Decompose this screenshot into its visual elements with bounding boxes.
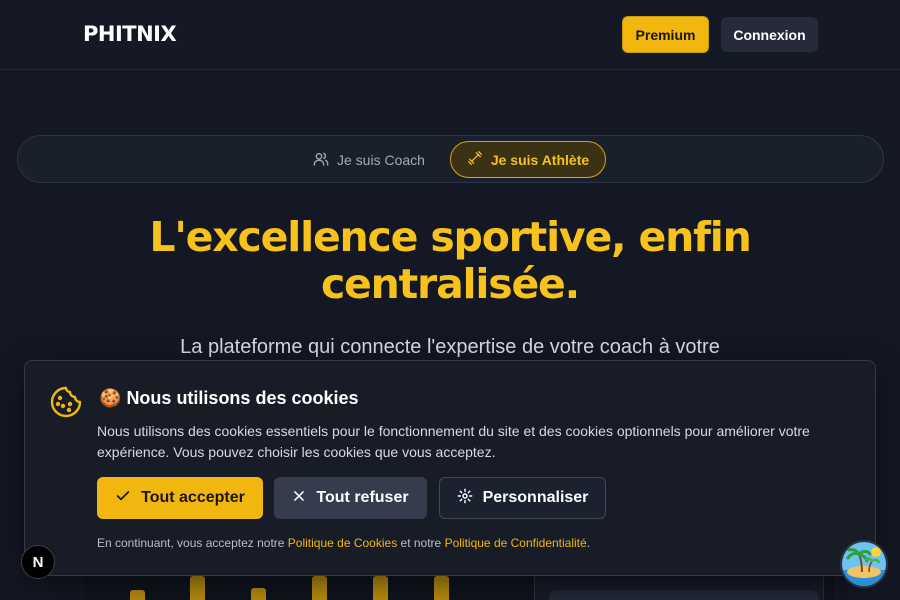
login-button[interactable]: Connexion — [721, 17, 818, 52]
cookie-banner-description: Nous utilisons des cookies essentiels po… — [97, 423, 810, 460]
dev-tools-badge[interactable]: N — [21, 545, 55, 579]
x-icon — [292, 489, 306, 508]
preview-bar — [434, 576, 449, 600]
preview-bar — [312, 576, 327, 600]
top-navbar: PHITNIX Premium Connexion — [0, 0, 900, 70]
hero-title: L'excellence sportive, enfin centralisée… — [0, 214, 900, 308]
cookie-banner-footer: En continuant, vous acceptez notre Polit… — [97, 536, 590, 550]
check-icon — [115, 488, 131, 509]
hero-title-line-2: centralisée. — [320, 260, 580, 308]
customize-button[interactable]: Personnaliser — [439, 477, 606, 519]
accept-all-button[interactable]: Tout accepter — [97, 477, 263, 519]
footer-middle: et notre — [397, 536, 445, 550]
athlete-role-tab[interactable]: Je suis Athlète — [450, 141, 606, 178]
island-icon — [842, 542, 886, 586]
customize-label: Personnaliser — [482, 489, 589, 506]
preview-bar — [373, 576, 388, 600]
footer-prefix: En continuant, vous acceptez notre — [97, 536, 288, 550]
footer-suffix: . — [586, 536, 591, 550]
athlete-role-label: Je suis Athlète — [490, 151, 590, 168]
cookie-policy-link[interactable]: Politique de Cookies — [288, 536, 397, 550]
privacy-policy-link[interactable]: Politique de Confidentialité — [445, 536, 587, 550]
dumbbell-icon — [467, 150, 483, 169]
cookie-emoji: 🍪 — [99, 388, 122, 408]
support-avatar-button[interactable] — [840, 540, 888, 588]
hero-title-line-1: L'excellence sportive, enfin — [149, 213, 751, 261]
hero-subtitle: La plateforme qui connecte l'expertise d… — [180, 336, 720, 358]
cookie-title-text: Nous utilisons des cookies — [126, 388, 359, 408]
premium-button[interactable]: Premium — [622, 16, 709, 53]
brand-logo[interactable]: PHITNIX — [83, 22, 177, 46]
preview-bar — [251, 588, 266, 600]
cookie-icon — [49, 385, 83, 419]
cookie-consent-banner: 🍪 Nous utilisons des cookies Nous utilis… — [24, 360, 876, 576]
refuse-all-button[interactable]: Tout refuser — [274, 477, 427, 519]
coach-role-label: Je suis Coach — [337, 152, 425, 168]
accept-all-label: Tout accepter — [141, 489, 245, 506]
users-icon — [313, 151, 329, 170]
coach-role-tab[interactable]: Je suis Coach — [313, 145, 437, 175]
preview-bar — [190, 576, 205, 600]
exercise-chip: OHP — [549, 590, 819, 600]
cookie-banner-title: 🍪 Nous utilisons des cookies — [99, 388, 359, 409]
gear-icon — [457, 488, 473, 509]
role-switcher: Je suis Coach Je suis Athlète — [17, 135, 884, 183]
preview-bar — [130, 590, 145, 600]
refuse-all-label: Tout refuser — [316, 489, 409, 506]
